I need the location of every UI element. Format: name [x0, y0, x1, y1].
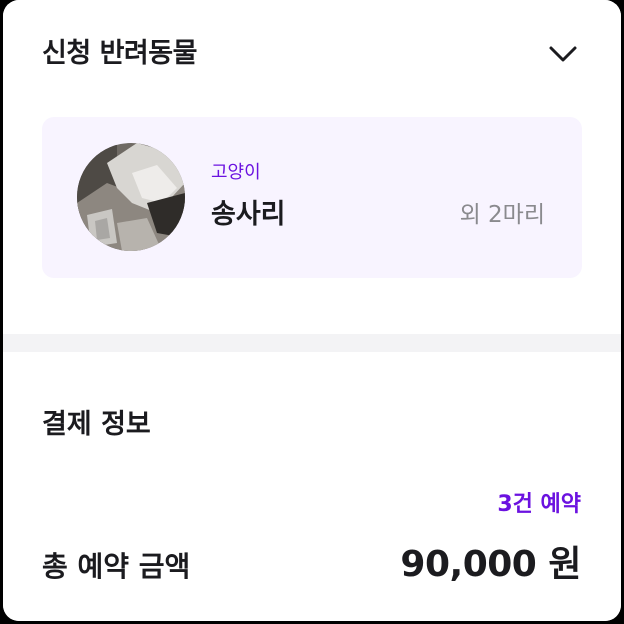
pet-card[interactable]: 고양이 송사리 외 2마리 [42, 117, 582, 278]
pet-name: 송사리 [211, 199, 286, 230]
section-divider [3, 334, 621, 352]
pet-avatar [77, 143, 185, 251]
payment-info-section: 결제 정보 3건 예약 총 예약 금액 90,000 원 [3, 352, 621, 621]
total-amount-label: 총 예약 금액 [42, 550, 191, 583]
pet-type-label: 고양이 [211, 162, 261, 183]
pet-photo-image [77, 143, 185, 251]
total-amount-value: 90,000 원 [400, 544, 581, 585]
applicant-pets-section: 신청 반려동물 고양이 송사리 외 2마리 [3, 0, 621, 334]
chevron-down-icon [549, 46, 577, 62]
screen: 신청 반려동물 고양이 송사리 외 2마리 결제 정보 3건 예약 총 예약 금… [0, 0, 624, 624]
payment-info-title: 결제 정보 [42, 409, 151, 440]
collapse-toggle-button[interactable] [543, 36, 583, 72]
applicant-pets-title: 신청 반려동물 [42, 38, 197, 69]
reservation-count: 3건 예약 [497, 492, 581, 517]
pet-more-count: 외 2마리 [459, 202, 545, 228]
reservation-summary-card: 신청 반려동물 고양이 송사리 외 2마리 결제 정보 3건 예약 총 예약 금… [3, 0, 621, 621]
